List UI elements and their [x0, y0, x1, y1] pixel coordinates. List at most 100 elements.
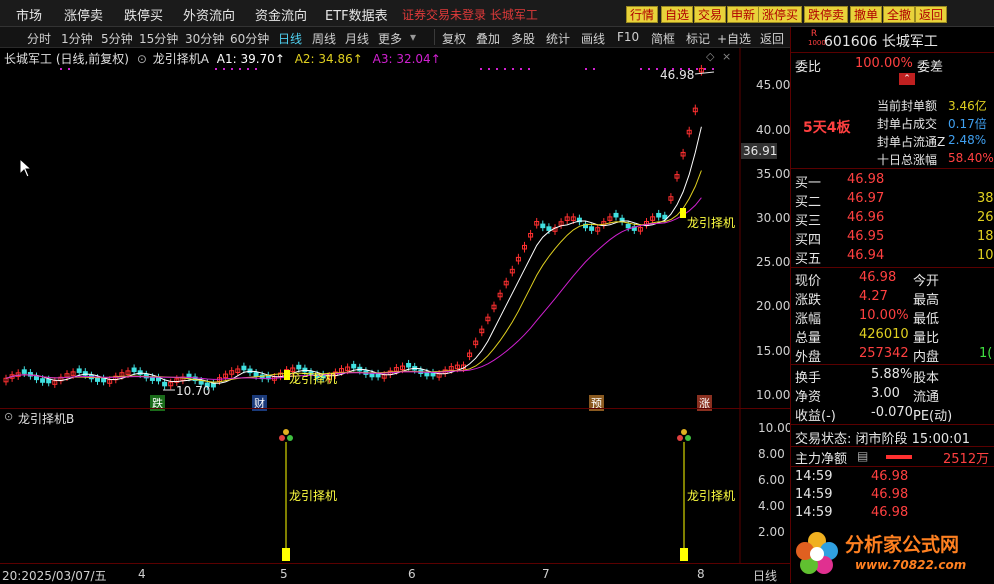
signal-dot [68, 68, 70, 70]
signal-label-1: 龙引择机 [289, 372, 338, 386]
tool-draw-line[interactable]: 画线 [581, 30, 605, 47]
indicator-a1: A1: 39.70↑ [216, 52, 285, 66]
tool-overlay[interactable]: 叠加 [476, 30, 500, 47]
menu-limit-down-buy[interactable]: 跌停买 [124, 5, 163, 24]
chevron-down-icon[interactable]: ▾ [410, 30, 416, 44]
menu-etf-table[interactable]: ETF数据表 [325, 5, 388, 24]
period-5min[interactable]: 5分钟 [101, 30, 133, 47]
quick-btn-quote[interactable]: 行情 [626, 6, 659, 23]
bid-label: 买二 [795, 195, 822, 210]
sub-y-tick: 6.00 [758, 473, 785, 487]
tool-mark[interactable]: 标记 [686, 30, 710, 47]
panel-divider [791, 168, 994, 169]
period-1min[interactable]: 1分钟 [61, 30, 93, 47]
bid-label: 买一 [795, 176, 822, 191]
tick-price: 46.98 [871, 469, 909, 484]
period-60min[interactable]: 60分钟 [230, 30, 269, 47]
trade-status: 交易状态: 闭市阶段 15:00:01 [795, 432, 971, 447]
indicator-sub-chart[interactable]: ⊙ 龙引择机B 10.00 8.00 6.00 4.00 2.00 龙引择机 龙引择机 [0, 408, 792, 563]
fund-label: 收益(-) [795, 409, 836, 424]
period-monthly[interactable]: 月线 [345, 30, 369, 47]
panel-divider [791, 424, 994, 425]
quick-btn-trade[interactable]: 交易 [694, 6, 727, 23]
tool-simple-frame[interactable]: 简框 [651, 30, 675, 47]
period-indicator[interactable]: 日线 [753, 567, 777, 584]
quick-btn-watchlist[interactable]: 自选 [661, 6, 694, 23]
seal-label: 封单占流通Z [877, 135, 946, 149]
candle-body [625, 223, 631, 229]
quick-btn-cancel[interactable]: 撤单 [850, 6, 883, 23]
sub-signal-dot [279, 435, 285, 441]
tool-multi-stock[interactable]: 多股 [511, 30, 535, 47]
candle-body [546, 226, 552, 231]
seal-value: 3.46亿 [948, 99, 987, 113]
signal-label-2: 龙引择机 [687, 216, 736, 230]
bid-label: 买五 [795, 252, 822, 267]
period-30min[interactable]: 30分钟 [185, 30, 224, 47]
settings-icon[interactable]: ⊙ [4, 410, 13, 423]
diamond-icon[interactable]: ◇ [706, 50, 714, 63]
signal-dot [640, 68, 642, 70]
date-axis-start: 20:2025/03/07/五 [2, 569, 107, 583]
indicator-name[interactable]: 龙引择机A [153, 52, 209, 66]
period-weekly[interactable]: 周线 [312, 30, 336, 47]
signal-dot [593, 68, 595, 70]
main-flow-bar [886, 455, 912, 459]
quick-btn-limit-up-buy[interactable]: 涨停买 [758, 6, 803, 23]
webi-value: 100.00% [855, 56, 913, 71]
quote-value: 257342 [859, 346, 909, 361]
chevron-up-icon[interactable]: ⌃ [899, 73, 915, 85]
login-notice[interactable]: 证券交易未登录 长城军工 [402, 6, 538, 23]
quick-btn-back[interactable]: 返回 [915, 6, 948, 23]
tool-f10[interactable]: F10 [617, 30, 639, 44]
sub-signal-dot [681, 429, 687, 435]
signal-dot [255, 68, 257, 70]
close-icon[interactable]: × [722, 50, 731, 63]
period-tick[interactable]: 分时 [27, 30, 51, 47]
tool-back[interactable]: 返回 [760, 30, 784, 47]
sub-chart-title[interactable]: 龙引择机B [18, 410, 74, 427]
signal-dot [247, 68, 249, 70]
period-more[interactable]: 更多 [378, 30, 402, 47]
candle-body [351, 363, 357, 369]
tool-adjust[interactable]: 复权 [442, 30, 466, 47]
main-kline-chart[interactable]: 长城军工 (日线,前复权) ⊙ 龙引择机A A1: 39.70↑ A2: 34.… [0, 48, 790, 411]
candle-body [95, 377, 100, 382]
quick-btn-limit-down-sell[interactable]: 跌停卖 [804, 6, 849, 23]
current-price-tag: 36.91 [741, 143, 778, 159]
menu-capital-flow[interactable]: 资金流向 [255, 5, 307, 24]
candle-body [253, 372, 259, 377]
low-price-label: 10.70 [176, 384, 211, 398]
period-15min[interactable]: 15分钟 [139, 30, 178, 47]
quote-panel: R 1000 601606 长城军工 委比 100.00% 委差 ⌃ 5天4板 … [790, 27, 994, 583]
tick-time: 14:59 [795, 505, 833, 520]
quote-value: 10.00% [859, 308, 909, 323]
bid-price: 46.94 [847, 248, 885, 263]
period-daily[interactable]: 日线 [278, 30, 302, 47]
quick-btn-cancel-all[interactable]: 全撤 [883, 6, 916, 23]
r-badge-letter: R [810, 29, 818, 39]
candle-body [131, 367, 137, 373]
main-flow-label: 主力净额 [795, 452, 848, 467]
r-badge: R 1000 [808, 29, 826, 48]
tool-add-watchlist[interactable]: +自选 [717, 30, 751, 47]
sub-signal-dot [287, 435, 293, 441]
list-icon[interactable]: ▤ [857, 449, 868, 463]
candle-body [34, 375, 39, 381]
menu-market[interactable]: 市场 [16, 5, 42, 24]
panel-divider [791, 267, 994, 268]
tick-price: 46.98 [871, 505, 909, 520]
signal-dot [656, 68, 658, 70]
tool-statistics[interactable]: 统计 [546, 30, 570, 47]
menu-limit-up-sell[interactable]: 涨停卖 [64, 5, 103, 24]
fund-value: 3.00 [871, 386, 900, 401]
signal-marker [680, 208, 686, 218]
signal-dot [215, 68, 217, 70]
mouse-cursor-icon [19, 158, 33, 178]
settings-icon[interactable]: ⊙ [137, 52, 147, 66]
signal-dot [239, 68, 241, 70]
quote-label: 现价 [795, 274, 822, 289]
quick-btn-ipo[interactable]: 申新 [727, 6, 760, 23]
menu-foreign-flow[interactable]: 外资流向 [183, 5, 235, 24]
candle-body [613, 212, 619, 218]
